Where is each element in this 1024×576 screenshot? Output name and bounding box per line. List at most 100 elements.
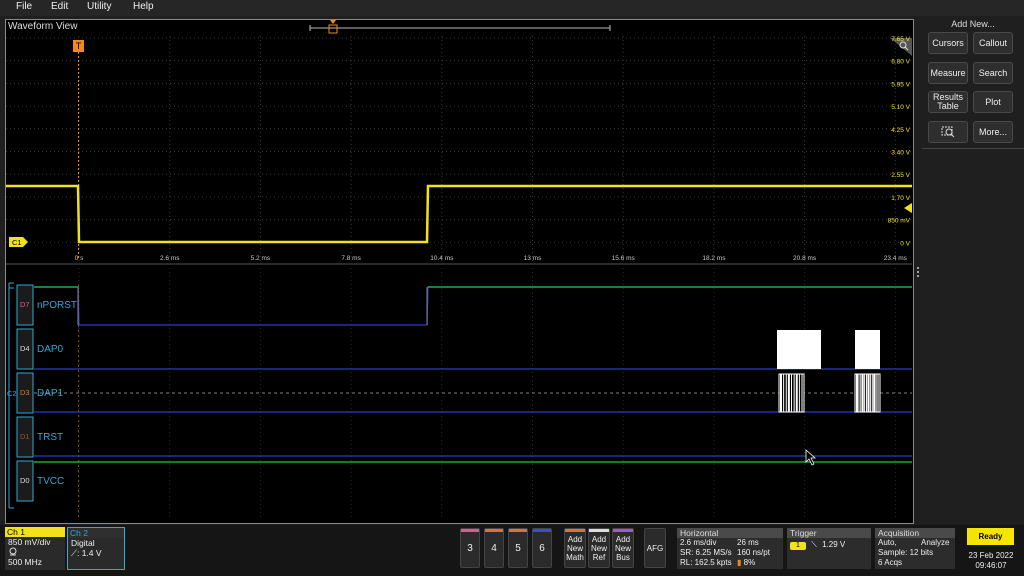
time-label: 15.6 ms xyxy=(612,255,636,262)
time-per-point: 160 ns/pt xyxy=(737,548,770,557)
more-button[interactable]: More... xyxy=(973,121,1013,143)
record-icon: ▮ xyxy=(737,558,742,567)
d4-tag: D4 xyxy=(20,344,30,353)
digital-group-bracket: C2 xyxy=(7,282,17,509)
time-axis-labels: 0 s 2.6 ms 5.2 ms 7.8 ms 10.4 ms 13 ms 15.6 ms… xyxy=(75,255,908,262)
search-button[interactable]: Search xyxy=(973,62,1013,84)
d0-tag: D0 xyxy=(20,476,30,485)
time-label: 20.8 ms xyxy=(793,255,817,262)
volt-label: 3.40 V xyxy=(891,150,910,157)
record-length: RL: 162.5 kpts xyxy=(680,558,732,567)
volt-label: 0 V xyxy=(900,240,910,247)
acquisition-count: 6 Acqs xyxy=(878,558,903,567)
digital-group-tag: C2 xyxy=(7,389,17,398)
ch1-coupling-icon xyxy=(5,547,65,557)
trigger-panel[interactable]: Trigger 1 ⟍ 1.29 V xyxy=(787,528,871,569)
channel-6-label: 6 xyxy=(539,542,545,554)
ch1-tag-label: C1 xyxy=(12,238,22,247)
measure-button[interactable]: Measure xyxy=(928,62,968,84)
channel-3-button[interactable]: 3 xyxy=(460,528,480,568)
channel-3-label: 3 xyxy=(467,542,473,554)
acquisition-mode: Auto, xyxy=(878,538,897,547)
d7-trace xyxy=(34,286,912,326)
add-new-ref-button[interactable]: Add New Ref xyxy=(588,528,610,568)
add-new-title: Add New... xyxy=(951,19,995,29)
add-new-bus-label: Add New Bus xyxy=(614,534,631,562)
ch1-scale: 850 mV/div xyxy=(8,537,51,547)
volt-label: 5.10 V xyxy=(891,104,910,111)
d4-channel-label[interactable]: D4 DAP0 xyxy=(16,328,64,370)
d1-tag: D1 xyxy=(20,432,30,441)
volt-label: 6.80 V xyxy=(891,59,910,66)
ch1-badge[interactable]: Ch 1 850 mV/div 500 MHz xyxy=(5,527,65,570)
ch2-threshold-row: ⟋: 1.4 V xyxy=(68,548,124,558)
add-new-bus-button[interactable]: Add New Bus xyxy=(612,528,634,568)
d1-name: TRST xyxy=(37,432,63,443)
horizontal-position: 26 ms xyxy=(737,538,759,547)
trigger-title: Trigger xyxy=(787,528,871,538)
zoom-overview-bar[interactable] xyxy=(309,20,611,34)
afg-button[interactable]: AFG xyxy=(644,528,666,568)
time-label: 18.2 ms xyxy=(702,255,726,262)
add-new-math-button[interactable]: Add New Math xyxy=(564,528,586,568)
ch1-badge-title: Ch 1 xyxy=(5,527,65,537)
trigger-source: 1 xyxy=(790,542,806,550)
d7-channel-label[interactable]: D7 nPORST xyxy=(16,284,77,326)
d3-trace xyxy=(34,373,912,413)
mouse-cursor-icon xyxy=(805,449,817,466)
ch2-badge-title: Ch 2 xyxy=(68,528,124,538)
acquisition-title: Acquisition xyxy=(875,528,955,538)
channel-4-label: 4 xyxy=(491,542,497,554)
acquisition-analyze: Analyze xyxy=(921,538,950,547)
d3-tag: D3 xyxy=(20,388,30,397)
ch1-waveform xyxy=(6,184,912,244)
time-label: 0 s xyxy=(75,255,84,262)
ch2-threshold: 1.4 V xyxy=(81,548,102,558)
add-new-ref-label: Add New Ref xyxy=(590,534,607,562)
channel-4-button[interactable]: 4 xyxy=(484,528,504,568)
time-label: 10.4 ms xyxy=(430,255,454,262)
volt-axis-labels: 7.65 V 6.80 V 5.95 V 5.10 V 4.25 V 3.40 V 2.55… xyxy=(888,36,911,247)
d7-tag: D7 xyxy=(20,300,30,309)
d4-name: DAP0 xyxy=(37,344,64,355)
horizontal-title: Horizontal xyxy=(677,528,783,538)
time-label: 09:46:07 xyxy=(975,561,1007,570)
add-new-math-label: Add New Math xyxy=(566,534,584,562)
horizontal-panel[interactable]: Horizontal 2.6 ms/div 26 ms SR: 6.25 MS/s… xyxy=(677,528,783,569)
waveform-graphics: T C1 7.65 V 6.80 V 5.95 V 5.10 V 4.25 V 3.40 … xyxy=(6,20,919,520)
trigger-level-marker[interactable] xyxy=(904,203,912,213)
sample-rate: SR: 6.25 MS/s xyxy=(680,548,732,557)
rising-edge-icon: ⟍ xyxy=(811,540,817,549)
channel-5-label: 5 xyxy=(515,542,521,554)
afg-label: AFG xyxy=(646,543,664,553)
cursors-button[interactable]: Cursors xyxy=(928,32,968,54)
trigger-marker-label: T xyxy=(76,41,82,51)
time-label: 13 ms xyxy=(524,255,542,262)
trigger-level: 1.29 V xyxy=(822,540,846,549)
ch2-type: Digital xyxy=(71,538,95,548)
volt-label: 7.65 V xyxy=(891,36,910,43)
channel-5-button[interactable]: 5 xyxy=(508,528,528,568)
volt-label: 2.55 V xyxy=(891,172,910,179)
date-time: 23 Feb 2022 09:46:07 xyxy=(965,551,1017,571)
ch1-ground-marker[interactable]: C1 xyxy=(9,237,28,247)
time-label: 7.8 ms xyxy=(341,255,361,262)
time-label: 2.6 ms xyxy=(160,255,180,262)
channel-6-button[interactable]: 6 xyxy=(532,528,552,568)
zoom-box-icon xyxy=(941,126,955,138)
results-table-button[interactable]: Results Table xyxy=(928,91,968,113)
volt-label: 850 mV xyxy=(888,218,911,225)
acquisition-panel[interactable]: Acquisition Auto, Analyze Sample: 12 bits… xyxy=(875,528,955,569)
d1-channel-label[interactable]: D1 TRST xyxy=(16,416,63,458)
analog-graticule xyxy=(6,36,912,262)
zoom-tool-button[interactable] xyxy=(928,121,968,143)
d0-channel-label[interactable]: D0 TVCC xyxy=(16,460,64,502)
run-status-button[interactable]: Ready xyxy=(967,528,1014,545)
callout-button[interactable]: Callout xyxy=(973,32,1013,54)
ch2-badge[interactable]: Ch 2 Digital ⟋: 1.4 V xyxy=(67,527,125,570)
plot-button[interactable]: Plot xyxy=(973,91,1013,113)
volt-label: 4.25 V xyxy=(891,127,910,134)
horizontal-scale: 2.6 ms/div xyxy=(680,538,717,547)
view-splitter-handle[interactable] xyxy=(917,267,919,277)
date-label: 23 Feb 2022 xyxy=(968,551,1014,560)
